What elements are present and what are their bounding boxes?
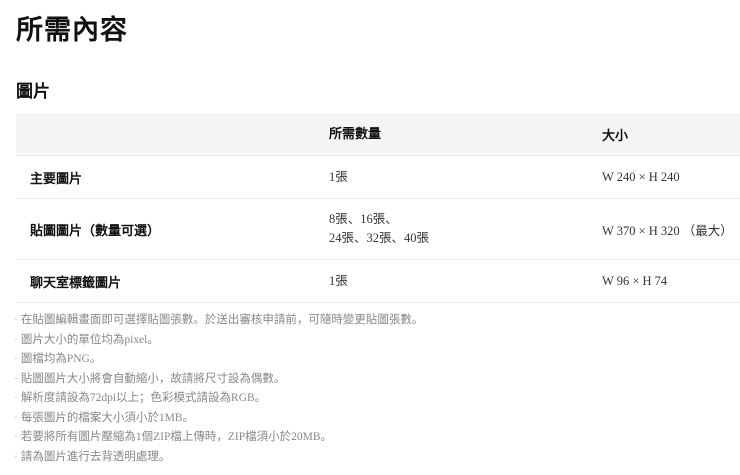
row-quantity: 1張 [329, 169, 348, 184]
row-quantity: 1張 [329, 273, 348, 288]
row-name: 聊天室標籤圖片 [30, 275, 122, 291]
section-title: 圖片 [16, 82, 50, 102]
quantity-line: 8張、16張、 [329, 212, 398, 226]
note-item: 在貼圖編輯畫面即可選擇貼圖張數。於送出審核申請前，可隨時變更貼圖張數。 [14, 311, 424, 331]
header-quantity: 所需數量 [329, 126, 382, 142]
table-row: 聊天室標籤圖片 1張 W 96 × H 74 [16, 260, 740, 303]
note-item: 貼圖圖片大小將會自動縮小，故請將尺寸設為偶數。 [14, 370, 423, 390]
note-item: 圖片大小的單位均為pixel。 [14, 331, 423, 351]
table-header: 所需數量 大小 [16, 113, 740, 156]
row-name: 貼圖圖片（數量可選） [30, 223, 161, 239]
page-title: 所需內容 [16, 15, 128, 46]
table-row: 貼圖圖片（數量可選） 8張、16張、 24張、32張、40張 W 370 × H… [16, 199, 740, 260]
row-quantity: 8張、16張、 24張、32張、40張 [329, 210, 602, 248]
row-name: 主要圖片 [30, 171, 83, 187]
row-size: W 96 × H 74 [602, 273, 668, 288]
quantity-line: 24張、32張、40張 [329, 231, 430, 245]
note-item: 每張圖片的檔案大小須小於1MB。 [14, 409, 423, 429]
row-size: W 370 × H 320 （最大） [602, 223, 733, 238]
note-item: 解析度請設為72dpi以上；色彩模式請設為RGB。 [14, 389, 423, 409]
requirements-table: 所需數量 大小 主要圖片 1張 W 240 × H 240 貼圖圖片（數量可選）… [16, 113, 740, 303]
row-size: W 240 × H 240 [602, 169, 680, 184]
notes-list: 在貼圖編輯畫面即可選擇貼圖張數。於送出審核申請前，可隨時變更貼圖張數。 圖片大小… [14, 311, 424, 468]
note-item: 圖檔均為PNG。 [14, 350, 423, 370]
table-row: 主要圖片 1張 W 240 × H 240 [16, 156, 740, 199]
header-size: 大小 [602, 128, 629, 144]
note-item: 請為圖片進行去背透明處理。 [14, 448, 423, 468]
note-item: 若要將所有圖片壓縮為1個ZIP檔上傳時，ZIP檔須小於20MB。 [14, 428, 423, 448]
